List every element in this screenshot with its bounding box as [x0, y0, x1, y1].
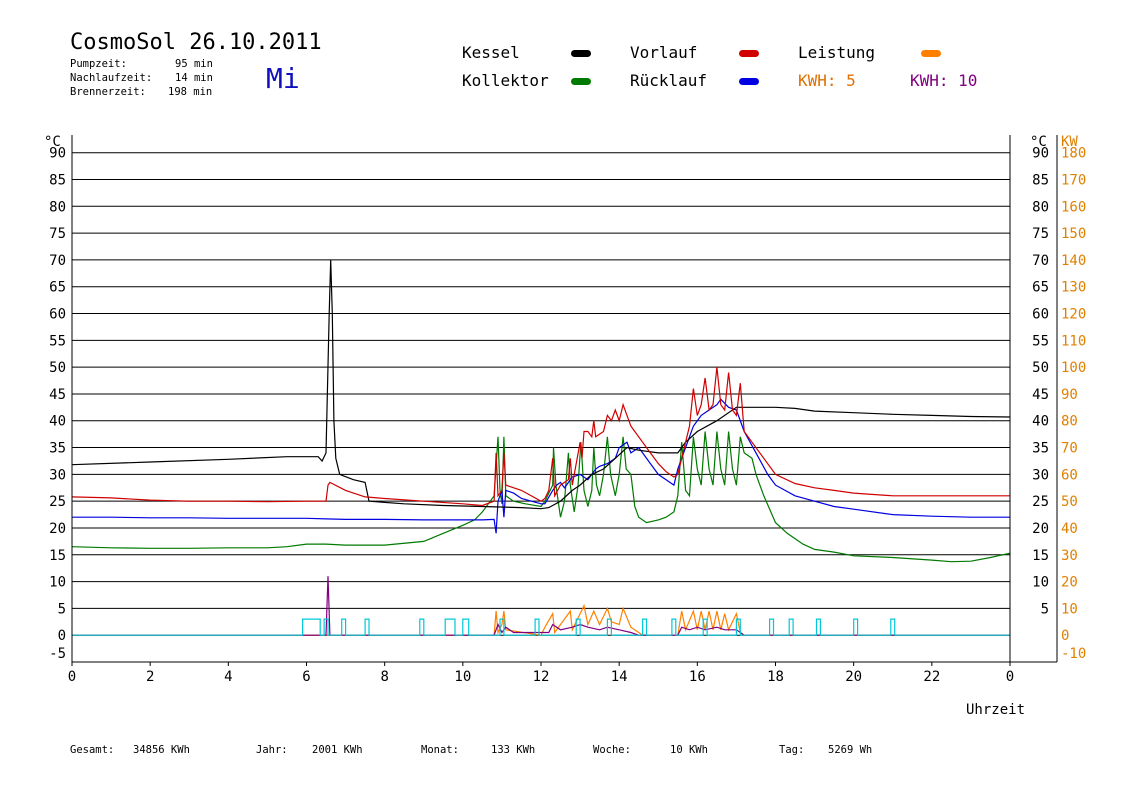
x-tick-label: 0	[1006, 669, 1014, 685]
y-tick-label-right: 40	[1032, 414, 1049, 430]
y-tick-label-left: 40	[49, 414, 66, 430]
kw-tick-label: 70	[1061, 441, 1078, 457]
y-tick-label-left: 75	[49, 226, 66, 242]
woche-value: 10 KWh	[670, 744, 708, 756]
y-tick-label-left: 25	[49, 494, 66, 510]
series-kollektor	[71, 431, 1011, 563]
y-tick-label-right: 30	[1032, 467, 1049, 483]
x-tick-label: 22	[923, 669, 940, 685]
kw-tick-label: 160	[1061, 199, 1086, 215]
y-tick-label-left: 20	[49, 521, 66, 537]
gesamt-value: 34856 KWh	[133, 744, 190, 756]
kw-tick-label: 140	[1061, 253, 1086, 269]
x-tick-label: 6	[302, 669, 310, 685]
kw-tick-label: 90	[1061, 387, 1078, 403]
y-tick-label-left: 0	[58, 628, 66, 644]
kw-tick-label: 150	[1061, 226, 1086, 242]
kw-tick-label: 30	[1061, 548, 1078, 564]
x-tick-label: 12	[533, 669, 550, 685]
y-tick-label-right: 10	[1032, 575, 1049, 591]
y-tick-label-right: 35	[1032, 441, 1049, 457]
kw-tick-label: 170	[1061, 172, 1086, 188]
y-tick-label-right: 80	[1032, 199, 1049, 215]
series-kwh-10	[72, 576, 1010, 636]
x-tick-label: 4	[224, 669, 232, 685]
y-tick-label-left: 80	[49, 199, 66, 215]
y-tick-label-left: -5	[49, 646, 66, 662]
x-tick-label: 8	[380, 669, 388, 685]
y-tick-label-left: 55	[49, 333, 66, 349]
y-axis-unit-left: °C	[44, 134, 61, 150]
kw-axis-unit: KW	[1061, 134, 1078, 150]
woche-label: Woche:	[593, 744, 631, 756]
y-tick-label-right: 50	[1032, 360, 1049, 376]
y-tick-label-right: 25	[1032, 494, 1049, 510]
y-tick-label-right: 55	[1032, 333, 1049, 349]
y-tick-label-left: 15	[49, 548, 66, 564]
gesamt-label: Gesamt:	[70, 744, 115, 756]
x-tick-label: 14	[611, 669, 628, 685]
y-tick-label-right: 75	[1032, 226, 1049, 242]
y-tick-label-left: 35	[49, 441, 66, 457]
x-tick-label: 2	[146, 669, 154, 685]
tag-value: 5269 Wh	[828, 744, 873, 756]
kw-tick-label: 50	[1061, 494, 1078, 510]
y-tick-label-left: 10	[49, 575, 66, 591]
y-tick-label-left: 85	[49, 172, 66, 188]
y-tick-label-right: 60	[1032, 307, 1049, 323]
chart-grid	[72, 152, 1010, 636]
monat-value: 133 KWh	[491, 744, 536, 756]
chart-axes: -505101520253035404550556065707580859051…	[44, 134, 1086, 718]
kw-tick-label: 130	[1061, 280, 1086, 296]
kw-tick-label: 20	[1061, 575, 1078, 591]
kw-tick-label: 120	[1061, 307, 1086, 323]
x-tick-label: 20	[845, 669, 862, 685]
y-tick-label-left: 60	[49, 307, 66, 323]
x-tick-label: 0	[68, 669, 76, 685]
kw-tick-label: 0	[1061, 628, 1069, 644]
y-tick-label-right: 70	[1032, 253, 1049, 269]
kw-tick-label: 80	[1061, 414, 1078, 430]
y-tick-label-left: 5	[58, 601, 66, 617]
series-kessel	[71, 259, 1011, 510]
y-tick-label-left: 45	[49, 387, 66, 403]
tag-label: Tag:	[779, 744, 805, 756]
monat-label: Monat:	[421, 744, 459, 756]
y-tick-label-right: 5	[1041, 601, 1049, 617]
y-tick-label-left: 65	[49, 280, 66, 296]
kw-tick-label: 110	[1061, 333, 1086, 349]
series-leistung	[72, 603, 1010, 636]
y-tick-label-right: 15	[1032, 548, 1049, 564]
x-tick-label: 18	[767, 669, 784, 685]
temperature-chart: -505101520253035404550556065707580859051…	[44, 134, 1086, 718]
kw-tick-label: 60	[1061, 467, 1078, 483]
kw-tick-label: 100	[1061, 360, 1086, 376]
y-tick-label-right: 20	[1032, 521, 1049, 537]
y-tick-label-right: 85	[1032, 172, 1049, 188]
kw-tick-label: 10	[1061, 601, 1078, 617]
jahr-label: Jahr:	[256, 744, 288, 756]
kw-tick-label: 40	[1061, 521, 1078, 537]
series-vorlauf	[71, 367, 1010, 507]
y-tick-label-right: 45	[1032, 387, 1049, 403]
x-axis-label: Uhrzeit	[966, 702, 1025, 718]
y-tick-label-left: 50	[49, 360, 66, 376]
y-tick-label-left: 30	[49, 467, 66, 483]
x-tick-label: 10	[454, 669, 471, 685]
kw-tick-label: -10	[1061, 646, 1086, 662]
series-r-cklauf	[72, 398, 1010, 534]
jahr-value: 2001 KWh	[312, 744, 363, 756]
x-tick-label: 16	[689, 669, 706, 685]
y-tick-label-left: 70	[49, 253, 66, 269]
y-axis-unit-right: °C	[1030, 134, 1047, 150]
y-tick-label-right: 65	[1032, 280, 1049, 296]
